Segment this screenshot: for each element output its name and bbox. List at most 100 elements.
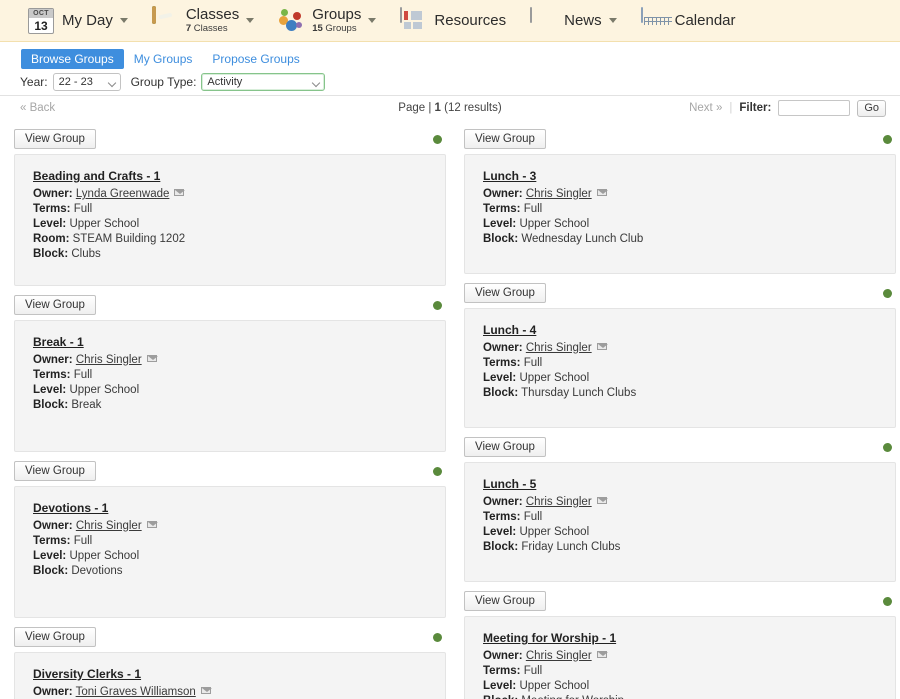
group-terms-row-value: Full — [520, 203, 543, 215]
chevron-down-icon-news[interactable] — [608, 18, 617, 23]
status-dot — [883, 288, 892, 298]
chalkboard-icon — [151, 5, 178, 34]
group-title-link[interactable]: Break - 1 — [33, 335, 84, 349]
status-dot — [883, 134, 892, 144]
tab-bar: Browse Groups My Groups Propose Groups — [21, 49, 900, 69]
group-terms-row: Terms: Full — [33, 534, 429, 549]
owner-name-link[interactable]: Chris Singler — [76, 354, 142, 366]
group-title-link[interactable]: Lunch - 5 — [483, 477, 536, 491]
envelope-icon[interactable] — [200, 687, 212, 694]
next-link[interactable]: Next » — [689, 102, 722, 114]
group-title-link[interactable]: Lunch - 4 — [483, 323, 536, 337]
envelope-icon[interactable] — [174, 189, 186, 196]
group-terms-row-value: Full — [520, 665, 543, 677]
group-terms-row-value: Full — [70, 535, 93, 547]
envelope-icon[interactable] — [596, 497, 608, 504]
group-card: View Group Devotions - 1 Owner: Chris Sing… — [14, 460, 446, 618]
chevron-down-icon-group-type — [312, 78, 321, 88]
view-group-button[interactable]: View Group — [14, 461, 96, 481]
group-terms-row-label: Terms: — [33, 535, 71, 547]
group-terms-row: Terms: Full — [33, 368, 429, 383]
tab-propose-groups[interactable]: Propose Groups — [202, 49, 309, 69]
envelope-icon[interactable] — [146, 521, 158, 528]
group-card: View Group Meeting for Worship - 1 Owner: … — [464, 590, 896, 699]
view-group-button[interactable]: View Group — [464, 129, 546, 149]
nav-item-news[interactable]: News — [530, 0, 627, 42]
year-select[interactable]: 22 - 23 — [52, 73, 121, 91]
group-card-body: Diversity Clerks - 1 Owner: Toni Graves W… — [14, 652, 446, 699]
envelope-icon[interactable] — [596, 651, 608, 658]
group-card: View Group Break - 1 Owner: Chris Singler T… — [14, 294, 446, 452]
view-group-button[interactable]: View Group — [14, 295, 96, 315]
nav-item-my-day[interactable]: OCT 13 My Day — [28, 0, 138, 42]
group-owner-row: Owner: Chris Singler — [483, 187, 879, 202]
group-terms-row-label: Terms: — [33, 203, 71, 215]
group-level-row-label: Level: — [33, 384, 67, 396]
nav-label-my-day: My Day — [62, 11, 113, 29]
group-title-link[interactable]: Devotions - 1 — [33, 501, 108, 515]
group-card-body: Meeting for Worship - 1 Owner: Chris Sing… — [464, 616, 896, 699]
group-card: View Group Beading and Crafts - 1 Owner: L… — [14, 128, 446, 286]
group-owner-row: Owner: Chris Singler — [483, 495, 879, 510]
view-group-button[interactable]: View Group — [464, 437, 546, 457]
group-level-row: Level: Upper School — [483, 679, 879, 694]
filter-input[interactable] — [778, 100, 851, 116]
nav-item-calendar[interactable]: Calendar — [640, 0, 746, 42]
chevron-down-icon-classes[interactable] — [246, 18, 255, 23]
calendar-icon — [640, 6, 667, 34]
group-terms-row-label: Terms: — [33, 369, 71, 381]
view-group-button[interactable]: View Group — [464, 591, 546, 611]
nav-item-classes[interactable]: Classes 7 Classes — [151, 0, 264, 42]
envelope-icon[interactable] — [596, 189, 608, 196]
tab-browse-groups[interactable]: Browse Groups — [21, 49, 124, 69]
group-block-row-label: Block: — [483, 695, 518, 699]
back-link[interactable]: « Back — [20, 102, 55, 114]
group-type-label: Group Type: — [130, 75, 197, 89]
chevron-down-icon-year — [107, 78, 116, 88]
view-group-button[interactable]: View Group — [14, 129, 96, 149]
group-level-row-value: Upper School — [66, 218, 140, 230]
owner-name-link[interactable]: Toni Graves Williamson — [76, 686, 196, 698]
group-owner-row: Owner: Chris Singler — [483, 341, 879, 356]
chevron-down-icon-my-day[interactable] — [119, 18, 128, 23]
group-terms-row-value: Full — [70, 369, 93, 381]
news-icon — [530, 6, 556, 34]
owner-name-link[interactable]: Chris Singler — [526, 496, 592, 508]
group-card: View Group Lunch - 5 Owner: Chris Singler T… — [464, 436, 896, 582]
envelope-icon[interactable] — [146, 355, 158, 362]
view-group-button[interactable]: View Group — [464, 283, 546, 303]
group-level-row-value: Upper School — [516, 218, 590, 230]
tab-my-groups[interactable]: My Groups — [124, 49, 203, 69]
group-title-link[interactable]: Beading and Crafts - 1 — [33, 169, 160, 183]
chevron-down-icon-groups[interactable] — [368, 18, 377, 23]
nav-label-groups: Groups — [312, 5, 362, 23]
nav-label-calendar: Calendar — [674, 11, 736, 29]
group-card-header: View Group — [14, 626, 446, 648]
owner-name-link[interactable]: Chris Singler — [526, 650, 592, 662]
group-block-row-value: Break — [68, 399, 102, 411]
year-label: Year: — [20, 75, 48, 89]
owner-label: Owner: — [483, 342, 523, 354]
group-title-link[interactable]: Meeting for Worship - 1 — [483, 631, 616, 645]
nav-item-resources[interactable]: Resources — [400, 0, 516, 42]
owner-name-link[interactable]: Chris Singler — [526, 188, 592, 200]
go-button[interactable]: Go — [857, 99, 886, 117]
group-level-row-value: Upper School — [66, 550, 140, 562]
owner-name-link[interactable]: Chris Singler — [526, 342, 592, 354]
group-title-link[interactable]: Lunch - 3 — [483, 169, 536, 183]
owner-name-link[interactable]: Lynda Greenwade — [76, 188, 170, 200]
view-group-button[interactable]: View Group — [14, 627, 96, 647]
group-block-row: Block: Thursday Lunch Clubs — [483, 386, 879, 401]
group-room-row-label: Room: — [33, 233, 70, 245]
filter-label: Filter: — [739, 102, 772, 114]
group-title-link[interactable]: Diversity Clerks - 1 — [33, 667, 141, 681]
nav-item-groups[interactable]: Groups 15 Groups — [278, 0, 386, 42]
filter-row: Year: 22 - 23 Group Type: Activity — [0, 69, 900, 96]
owner-name-link[interactable]: Chris Singler — [76, 520, 142, 532]
envelope-icon[interactable] — [596, 343, 608, 350]
group-block-row-label: Block: — [483, 387, 519, 399]
nav-label-news: News — [564, 11, 602, 29]
group-room-row: Room: STEAM Building 1202 — [33, 232, 429, 247]
group-type-select[interactable]: Activity — [201, 73, 326, 91]
pagination-bar: « Back Page | 1 (12 results) Next » | Fi… — [0, 96, 900, 120]
